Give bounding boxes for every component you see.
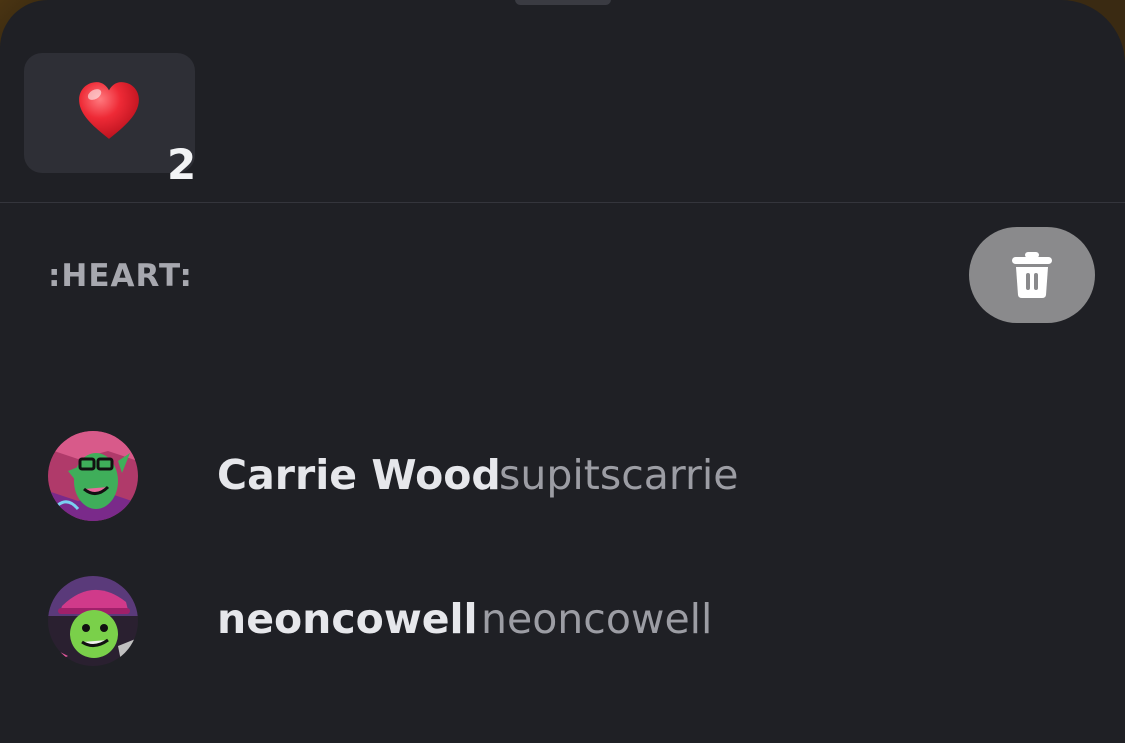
avatar-image [48, 576, 138, 666]
reactions-sheet: 2 :HEART: Carrie Wood supitscarrie neonc… [0, 0, 1125, 743]
emoji-name-label: :HEART: [48, 258, 193, 294]
avatar[interactable] [48, 576, 138, 666]
drag-handle[interactable] [515, 0, 611, 5]
trash-icon [1012, 252, 1052, 298]
heart-emoji-icon [79, 82, 139, 139]
user-display-name: neoncowell [217, 595, 478, 643]
reaction-chip-heart[interactable]: 2 [24, 53, 196, 186]
user-display-name: Carrie Wood [217, 451, 501, 499]
remove-reaction-button[interactable] [969, 227, 1095, 323]
user-row[interactable]: Carrie Wood supitscarrie [0, 427, 1125, 527]
reaction-count: 2 [167, 140, 197, 189]
avatar-image [48, 431, 138, 521]
user-username: supitscarrie [499, 451, 739, 499]
user-row[interactable]: neoncowell neoncowell [0, 571, 1125, 671]
divider [0, 202, 1125, 203]
avatar[interactable] [48, 431, 138, 521]
user-username: neoncowell [481, 595, 713, 643]
